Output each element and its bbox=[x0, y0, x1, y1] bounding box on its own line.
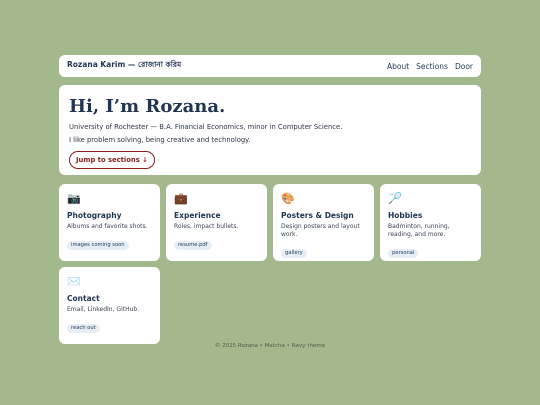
badminton-icon: 🏸 bbox=[388, 192, 402, 205]
hero-tagline: I like problem solving, being creative a… bbox=[69, 136, 251, 144]
card-tag: reach out bbox=[67, 323, 100, 333]
envelope-icon: ✉️ bbox=[67, 275, 81, 288]
camera-icon: 📷 bbox=[67, 192, 81, 205]
card-description: Roles, impact bullets. bbox=[174, 223, 239, 230]
palette-icon: 🎨 bbox=[281, 192, 295, 205]
card-tag: images coming soon bbox=[67, 240, 129, 250]
resume-link[interactable]: resume.pdf bbox=[174, 240, 212, 250]
card-title: Posters & Design bbox=[281, 211, 354, 220]
hero-title: Hi, I’m Rozana. bbox=[69, 96, 226, 117]
card-description: Design posters and layout work. bbox=[281, 223, 360, 238]
hero-education: University of Rochester — B.A. Financial… bbox=[69, 123, 343, 131]
card-tag: gallery bbox=[281, 248, 307, 258]
card-hobbies[interactable]: 🏸 Hobbies Badminton, running, reading, a… bbox=[380, 184, 481, 261]
card-posters-design[interactable]: 🎨 Posters & Design Design posters and la… bbox=[273, 184, 374, 261]
card-title: Photography bbox=[67, 211, 122, 220]
site-brand[interactable]: Rozana Karim — রোজানা করিম bbox=[67, 60, 181, 72]
jump-to-sections-button[interactable]: Jump to sections ↓ bbox=[69, 151, 155, 169]
card-photography[interactable]: 📷 Photography Albums and favorite shots.… bbox=[59, 184, 160, 261]
card-contact[interactable]: ✉️ Contact Email, LinkedIn, GitHub. reac… bbox=[59, 267, 160, 344]
top-nav-bar: Rozana Karim — রোজানা করিম About Section… bbox=[59, 55, 481, 77]
card-tag: personal bbox=[388, 248, 419, 258]
card-title: Experience bbox=[174, 211, 221, 220]
card-description: Email, LinkedIn, GitHub. bbox=[67, 306, 140, 313]
briefcase-icon: 💼 bbox=[174, 192, 188, 205]
nav-link-about[interactable]: About bbox=[387, 62, 409, 71]
nav-links: About Sections Door bbox=[387, 62, 473, 71]
nav-link-door[interactable]: Door bbox=[455, 62, 473, 71]
card-experience[interactable]: 💼 Experience Roles, impact bullets. resu… bbox=[166, 184, 267, 261]
card-title: Hobbies bbox=[388, 211, 423, 220]
card-title: Contact bbox=[67, 294, 100, 303]
hero-section: Hi, I’m Rozana. University of Rochester … bbox=[59, 85, 481, 175]
nav-link-sections[interactable]: Sections bbox=[416, 62, 448, 71]
card-description: Badminton, running, reading, and more. bbox=[388, 223, 450, 238]
footer-text: © 2025 Rozana • Matcha • Navy theme bbox=[214, 343, 326, 349]
card-description: Albums and favorite shots. bbox=[67, 223, 148, 230]
